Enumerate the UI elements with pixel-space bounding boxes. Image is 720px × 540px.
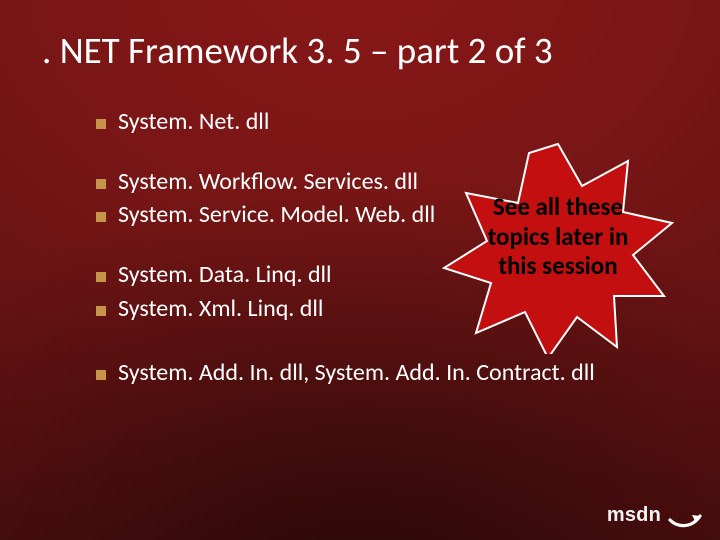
bullet-list: System. Add. In. dll, System. Add. In. C… <box>96 358 678 389</box>
swoosh-icon <box>668 502 702 528</box>
slide: . NET Framework 3. 5 – part 2 of 3 Syste… <box>0 0 720 540</box>
footer-brand: msdn <box>607 502 702 528</box>
star-callout: See all these topics later in this sessi… <box>442 140 674 354</box>
brand-text: msdn <box>607 504 661 527</box>
bullet-list: System. Net. dll <box>96 107 678 138</box>
list-item: System. Add. In. dll, System. Add. In. C… <box>96 358 678 389</box>
star-callout-text: See all these topics later in this sessi… <box>472 192 644 281</box>
slide-title: . NET Framework 3. 5 – part 2 of 3 <box>42 28 678 73</box>
list-item: System. Net. dll <box>96 107 678 138</box>
